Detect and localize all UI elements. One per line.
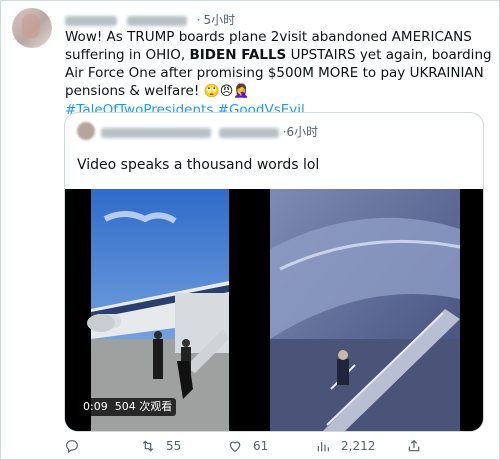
video-frames	[65, 189, 483, 431]
reply-button[interactable]	[64, 438, 90, 454]
views-button[interactable]: 2,212	[315, 438, 375, 454]
like-button[interactable]: 61	[227, 438, 268, 454]
author-handle-blurred[interactable]	[126, 15, 187, 26]
quoted-author-name-blurred[interactable]	[101, 127, 211, 138]
retweet-count: 55	[166, 439, 182, 453]
tweet-time[interactable]: 5小时	[203, 13, 235, 27]
quoted-tweet[interactable]: ·6小时 Video speaks a thousand words lol 0…	[64, 112, 484, 432]
right-video-frame	[270, 189, 461, 431]
retweet-button[interactable]: 55	[140, 438, 181, 454]
tweet-actions: 55 61 2,212	[64, 438, 484, 456]
quoted-tweet-time[interactable]: 6小时	[286, 125, 318, 139]
author-name-blurred[interactable]	[65, 15, 117, 26]
quoted-tweet-header: ·6小时	[101, 123, 318, 140]
video-views: 504 次观看	[114, 400, 173, 413]
tweet-emojis: 🙄😠🤦‍♀️	[203, 84, 250, 99]
tweet-text-bold: BIDEN FALLS	[189, 47, 287, 63]
video-duration-views: 0:09 504 次观看	[79, 398, 177, 416]
views-icon	[317, 442, 329, 452]
quoted-author-handle-blurred[interactable]	[218, 127, 279, 138]
video-player[interactable]: 0:09 504 次观看	[65, 189, 483, 431]
like-icon	[229, 441, 241, 453]
tweet-text: Wow! As TRUMP boards plane 2visit abando…	[65, 28, 495, 119]
author-avatar[interactable]	[12, 8, 52, 48]
view-count: 2,212	[341, 439, 376, 453]
share-icon	[408, 439, 420, 452]
tweet-header: · 5小时	[65, 11, 235, 28]
video-duration: 0:09	[83, 400, 108, 413]
left-video-frame	[87, 189, 229, 431]
share-button[interactable]	[406, 438, 432, 454]
retweet-icon	[142, 440, 154, 452]
quoted-author-avatar[interactable]	[77, 122, 95, 140]
reply-icon	[66, 440, 78, 454]
quoted-tweet-text: Video speaks a thousand words lol	[77, 157, 320, 173]
like-count: 61	[253, 439, 269, 453]
